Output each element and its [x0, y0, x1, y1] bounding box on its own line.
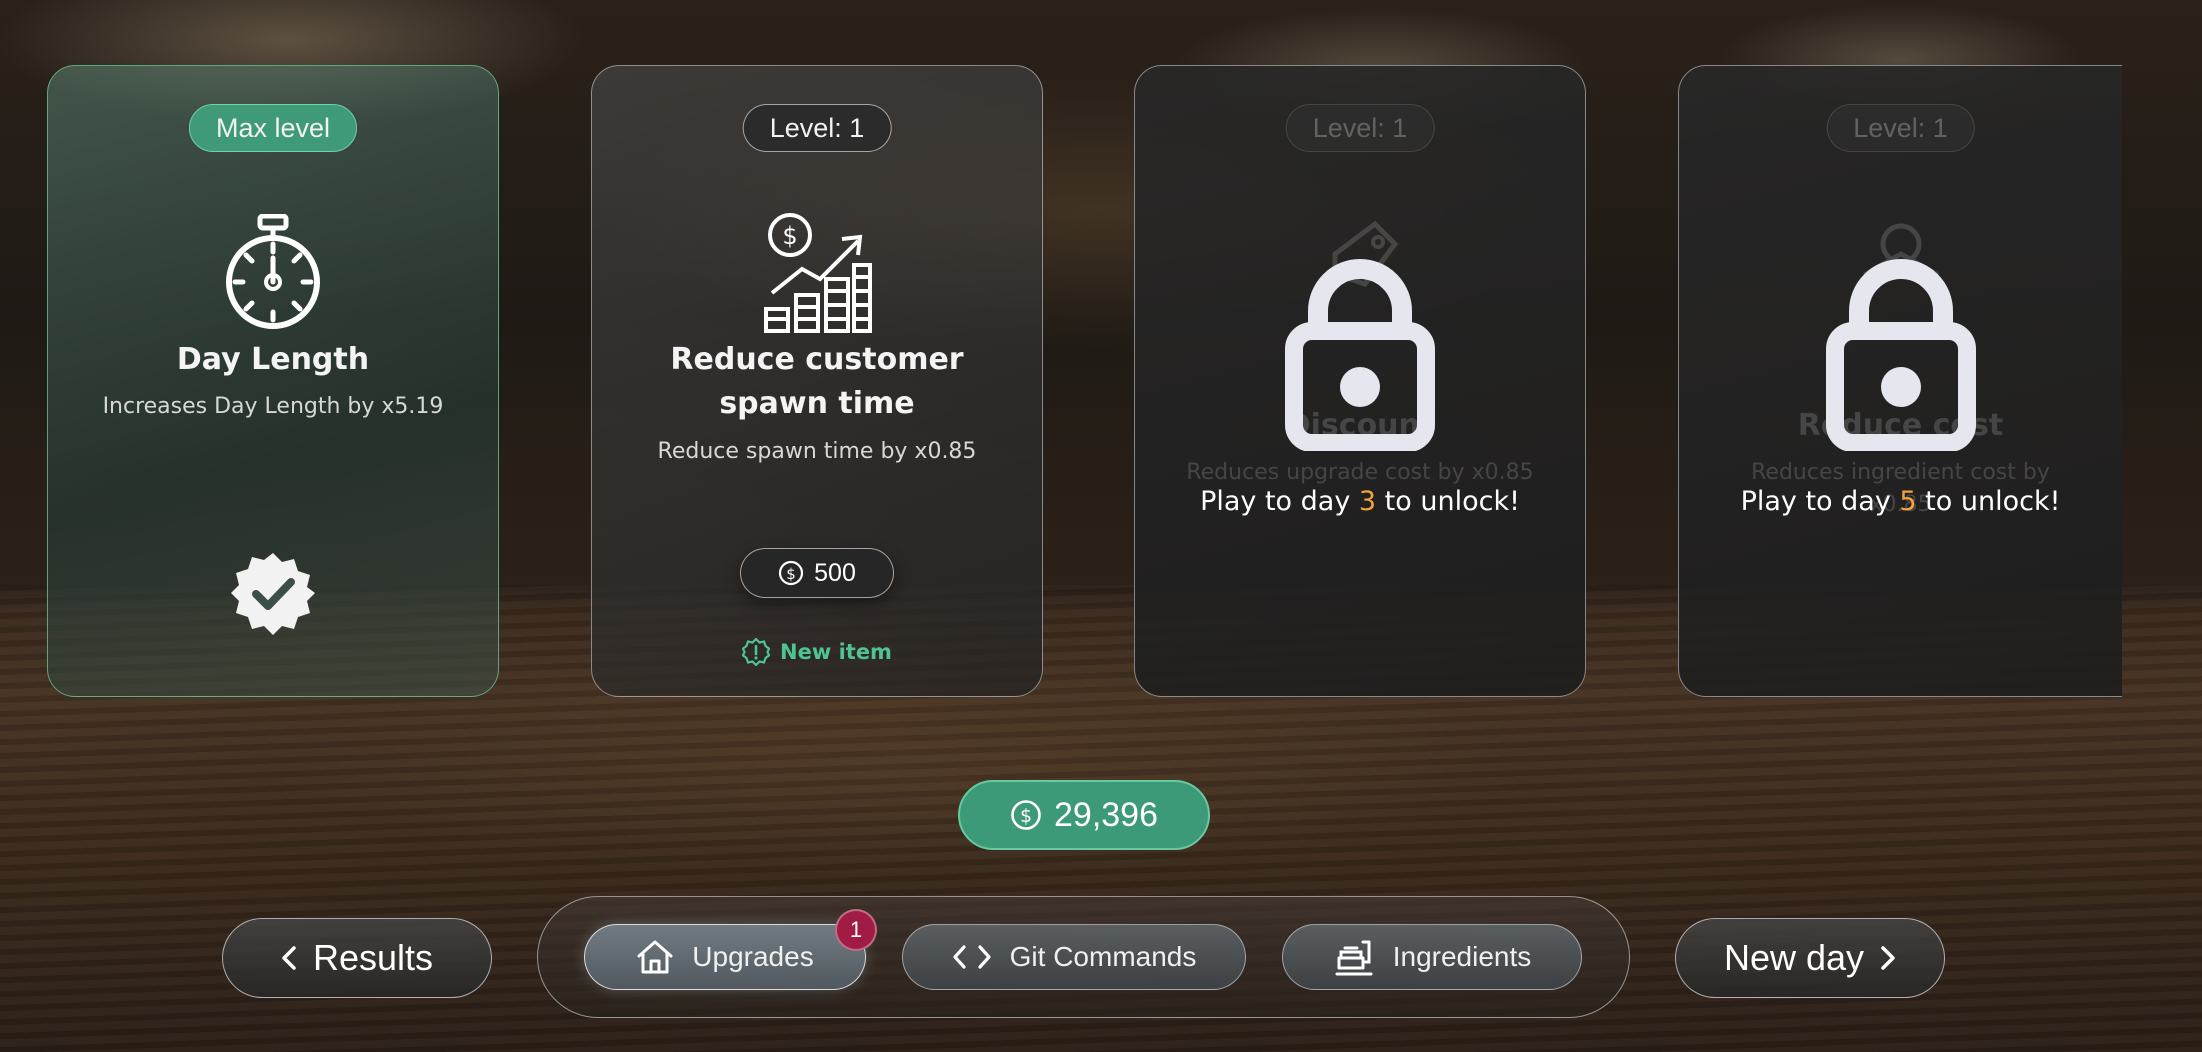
- tab-bar: Upgrades 1 Git Commands Ingredients: [537, 896, 1630, 1018]
- new-day-label: New day: [1723, 937, 1865, 978]
- tab-git-commands-label: Git Commands: [1009, 941, 1197, 972]
- upgrade-description: Reduce spawn time by x0.85: [657, 439, 977, 464]
- food-tray-icon: [1335, 940, 1373, 976]
- upgrade-title-line1: Reduce customer: [670, 342, 964, 377]
- level-badge: Level: 1: [742, 104, 892, 152]
- upgrade-title: Day Length: [176, 342, 370, 377]
- buy-upgrade-button[interactable]: $ 500: [740, 548, 894, 598]
- svg-text:$: $: [786, 565, 796, 583]
- upgrade-description: Reduces upgrade cost by x0.85: [1186, 460, 1534, 485]
- notification-badge: 1: [835, 909, 877, 951]
- upgrade-card-day-length[interactable]: Max level Day Length Increases Day Lengt…: [47, 65, 499, 697]
- coin-icon: $: [1011, 800, 1041, 830]
- new-day-button[interactable]: New day: [1675, 918, 1945, 998]
- growth-chart-coins-icon: $: [764, 213, 872, 333]
- price-value: 500: [814, 558, 856, 587]
- chevron-left-icon: [282, 946, 296, 970]
- svg-text:$: $: [782, 222, 797, 250]
- unlock-requirement: Play to day 5 to unlock!: [1740, 486, 2061, 517]
- coin-balance: $ 29,396: [958, 780, 1210, 850]
- unlock-day: 5: [1899, 486, 1917, 517]
- upgrade-card-reduce-cost: Level: 1 Reduce cost Reduces ingredient …: [1678, 65, 2122, 697]
- level-badge: Level: 1: [1285, 104, 1435, 152]
- code-brackets-icon: [953, 945, 991, 969]
- upgrade-card-discount: Level: 1 Discount Reduces upgrade cost b…: [1134, 65, 1586, 697]
- lock-icon: [1825, 259, 1976, 451]
- unlock-day: 3: [1358, 486, 1377, 517]
- alert-badge-icon: [742, 638, 771, 666]
- stopwatch-icon: [226, 214, 320, 329]
- upgrade-description: Increases Day Length by x5.19: [102, 394, 444, 419]
- max-level-badge: Max level: [188, 104, 358, 152]
- results-label: Results: [312, 937, 434, 978]
- tab-git-commands[interactable]: Git Commands: [902, 924, 1246, 990]
- verified-check-icon: [231, 553, 315, 635]
- lock-icon: [1285, 259, 1435, 451]
- house-icon: [637, 940, 673, 974]
- unlock-requirement: Play to day 3 to unlock!: [1200, 486, 1520, 517]
- svg-text:$: $: [1020, 805, 1032, 827]
- tab-upgrades-label: Upgrades: [692, 941, 814, 972]
- upgrade-title-line2: spawn time: [719, 386, 915, 421]
- tab-ingredients-label: Ingredients: [1392, 941, 1532, 972]
- balance-value: 29,396: [1054, 795, 1158, 834]
- coin-icon: $: [779, 560, 804, 586]
- upgrade-card-spawn-time[interactable]: Level: 1 $ Reduce customer spawn time Re…: [591, 65, 1043, 697]
- new-item-label: New item: [780, 640, 892, 664]
- tab-ingredients[interactable]: Ingredients: [1282, 924, 1582, 990]
- level-badge: Level: 1: [1826, 104, 1975, 152]
- tab-upgrades[interactable]: Upgrades 1: [584, 909, 877, 990]
- chevron-right-icon: [1881, 946, 1895, 970]
- upgrade-description-line1: Reduces ingredient cost by: [1751, 460, 2050, 485]
- results-button[interactable]: Results: [222, 918, 492, 998]
- new-item-indicator: New item: [592, 638, 1042, 666]
